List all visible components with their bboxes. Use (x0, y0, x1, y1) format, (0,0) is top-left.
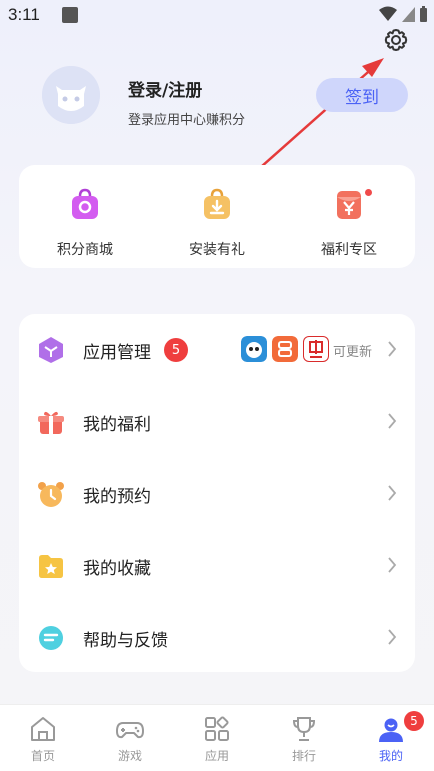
red-envelope-icon (337, 191, 361, 219)
quick-item-points-mall[interactable]: 积分商城 (25, 165, 145, 268)
quick-item-install-gift[interactable]: 安装有礼 (157, 165, 277, 268)
wifi-icon (379, 6, 397, 21)
gamepad-icon (116, 722, 144, 739)
tab-home[interactable]: 首页 (0, 705, 86, 771)
cube-icon (39, 337, 63, 363)
settings-gear-icon[interactable] (382, 26, 410, 54)
tab-apps[interactable]: 应用 (174, 705, 260, 771)
bottom-tab-bar: 首页 游戏 应用 排行 5 我的 (0, 704, 434, 771)
avatar[interactable] (42, 66, 100, 124)
chat-bubble-icon (39, 626, 63, 650)
home-icon (31, 717, 55, 741)
chevron-right-icon (388, 413, 397, 429)
apps-grid-icon (205, 716, 229, 741)
user-icon (379, 718, 403, 742)
app-thumb-panda-icon (241, 336, 267, 362)
app-thumb-red-icon (303, 336, 329, 362)
menu-item-help-feedback[interactable]: 帮助与反馈 (19, 602, 415, 674)
menu-label: 应用管理 (83, 343, 151, 363)
status-bar: 3:11 (0, 0, 434, 30)
menu-label: 帮助与反馈 (83, 631, 168, 651)
gift-icon (38, 411, 64, 434)
login-subtitle: 登录应用中心赚积分 (128, 113, 246, 128)
tab-label: 首页 (30, 749, 55, 763)
update-app-thumbnails (241, 336, 329, 362)
battery-icon (420, 6, 427, 22)
star-folder-icon (39, 555, 63, 578)
trophy-icon (292, 717, 316, 741)
tab-games[interactable]: 游戏 (87, 705, 173, 771)
gift-download-icon (204, 188, 230, 219)
quick-actions-card: 积分商城 安装有礼 福利专区 (19, 165, 415, 268)
update-available-text: 可更新 (333, 345, 373, 360)
shopping-bag-icon (72, 188, 98, 219)
quick-item-welfare-zone[interactable]: 福利专区 (289, 165, 409, 268)
default-avatar-icon (42, 66, 100, 124)
status-indicators (379, 6, 428, 22)
tab-mine[interactable]: 5 我的 (348, 705, 434, 771)
menu-list-card: 应用管理 5 可更新 我的福利 我的预约 我的收藏 帮助与反馈 (19, 314, 415, 672)
menu-label: 我的收藏 (83, 559, 151, 579)
alarm-clock-icon (38, 482, 64, 507)
quick-label: 福利专区 (321, 242, 377, 258)
chevron-right-icon (388, 629, 397, 645)
tab-label: 应用 (204, 749, 229, 763)
tab-label: 排行 (291, 749, 316, 763)
login-register-link[interactable]: 登录/注册 (128, 76, 202, 101)
chevron-right-icon (388, 485, 397, 501)
tab-label: 我的 (378, 749, 403, 763)
menu-item-my-reservations[interactable]: 我的预约 (19, 458, 415, 530)
app-thumb-orange-icon (272, 336, 298, 362)
status-time: 3:11 (8, 5, 40, 24)
quick-label: 积分商城 (57, 242, 113, 258)
chevron-right-icon (388, 341, 397, 357)
chevron-right-icon (388, 557, 397, 573)
menu-item-app-manage[interactable]: 应用管理 5 可更新 (19, 314, 415, 386)
notification-icon (61, 7, 78, 23)
menu-item-my-welfare[interactable]: 我的福利 (19, 386, 415, 458)
menu-label: 我的福利 (83, 415, 151, 435)
tab-ranking[interactable]: 排行 (261, 705, 347, 771)
signal-icon (402, 7, 415, 22)
notification-dot (365, 189, 372, 196)
menu-label: 我的预约 (83, 487, 151, 507)
update-count-badge: 5 (164, 338, 188, 362)
sign-in-button[interactable]: 签到 (316, 78, 408, 112)
tab-badge: 5 (404, 711, 424, 731)
tab-label: 游戏 (117, 749, 142, 763)
menu-item-my-favorites[interactable]: 我的收藏 (19, 530, 415, 602)
quick-label: 安装有礼 (189, 242, 245, 258)
